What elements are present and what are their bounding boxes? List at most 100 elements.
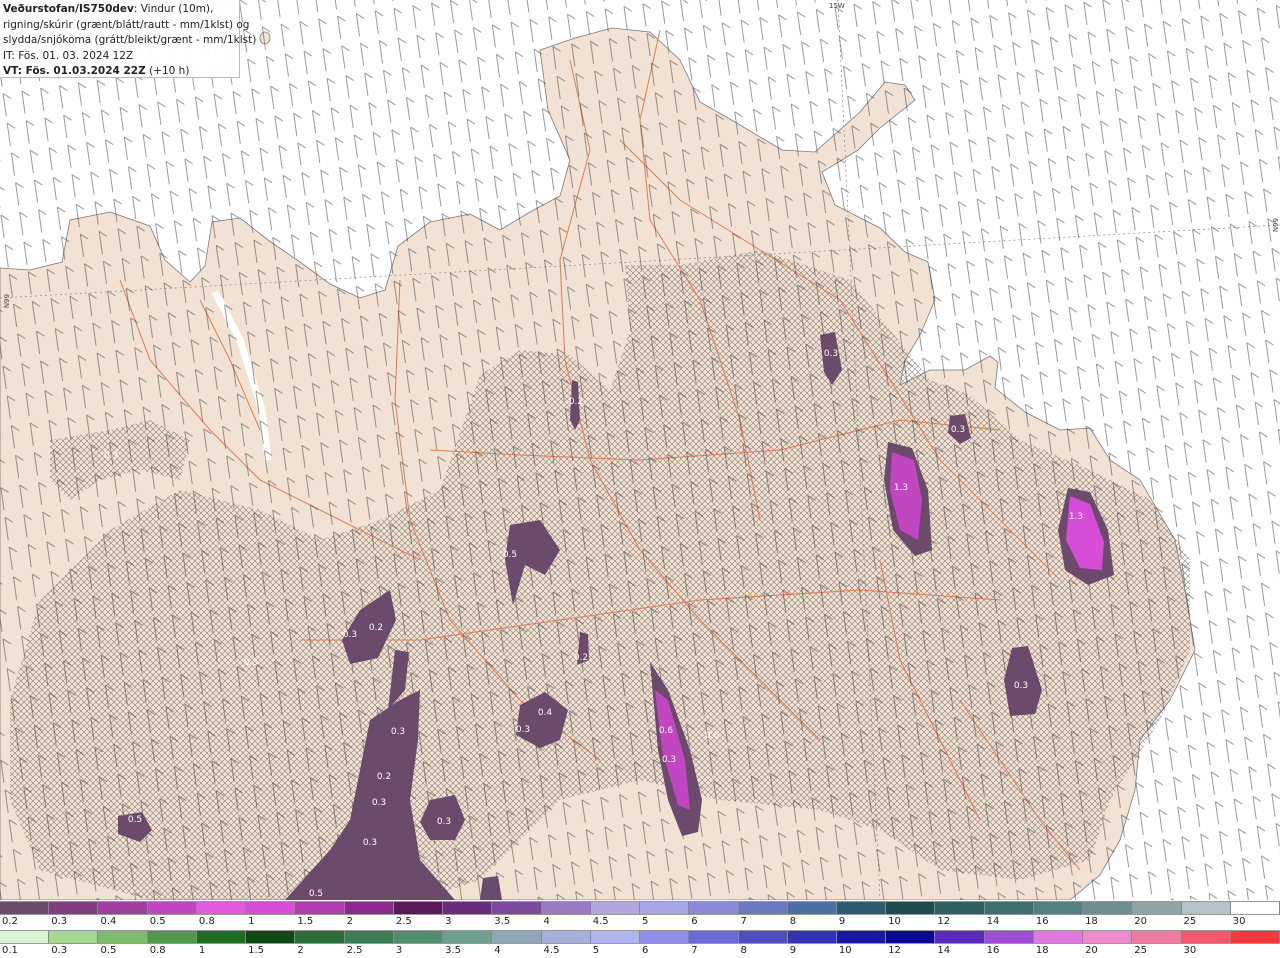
legend-swatch (98, 902, 148, 914)
map-value: 0.2 (569, 397, 583, 407)
legend-label: 10 (838, 945, 852, 956)
legend-label: 7 (740, 916, 747, 927)
legend-label: 25 (1183, 916, 1197, 927)
forecast-offset: (+10 h) (145, 65, 190, 77)
legend-label: 25 (1134, 945, 1148, 956)
legend-label: 3 (395, 945, 403, 956)
legend-swatch (98, 931, 148, 943)
legend-label: 0.8 (149, 945, 166, 956)
legend-label: 12 (937, 916, 951, 927)
weather-map[interactable]: 0.3 0.2 0.3 1.3 0.3 1.3 0.5 0.2 0.3 0.2 … (0, 0, 1280, 900)
map-value: 1.3 (1069, 512, 1083, 522)
legend-swatch (935, 931, 985, 943)
legend-swatch (1181, 902, 1231, 914)
legend-label: 14 (986, 916, 1000, 927)
map-value: 0.5 (309, 889, 323, 899)
legend-swatch (49, 902, 99, 914)
legend-swatch (443, 902, 493, 914)
legend-swatch (1230, 931, 1280, 943)
legend-label: 3.5 (445, 945, 461, 956)
title-line-2: rigning/skúrir (grænt/blátt/rautt - mm/1… (3, 18, 250, 31)
legend-swatch (196, 902, 247, 914)
wind-barbs (0, 0, 1280, 900)
legend-label: 4 (543, 916, 550, 927)
legend-swatch (1033, 931, 1084, 943)
map-value: 0.2 (574, 653, 588, 663)
map-value: 0.3 (363, 838, 377, 848)
legend-swatch (344, 902, 394, 914)
legend-swatch (787, 931, 837, 943)
legend-swatch (295, 931, 345, 943)
legend-label: 16 (986, 945, 1000, 956)
legend-swatch (541, 902, 591, 914)
legend-swatch (541, 931, 591, 943)
valid-time: VT: Fös. 01.03.2024 22Z (3, 65, 146, 77)
legend-swatch (886, 931, 936, 943)
map-value: 0.6 (659, 726, 674, 736)
legend-swatch (1033, 902, 1084, 914)
legend-swatch (1083, 931, 1133, 943)
legend-swatch (1181, 931, 1231, 943)
legend-swatch (590, 902, 641, 914)
map-value: 0.5 (503, 550, 517, 560)
legend-label: 18 (1035, 945, 1049, 956)
legend-label: 0.2 (2, 916, 18, 927)
legend-swatch (984, 931, 1034, 943)
legend-swatch (640, 931, 690, 943)
legend-label: 4.5 (543, 945, 560, 956)
legend-label: 14 (937, 945, 951, 956)
snow-legend: 0.2 0.3 0.4 0.5 0.8 1 1.5 2 2.5 3 3.5 4 4.5 5 6 7 8 9 10 12… (0, 901, 1280, 929)
legend-label: 5 (642, 916, 649, 927)
legend-swatch (984, 902, 1034, 914)
map-value: 0.3 (516, 725, 530, 735)
legend-swatch (738, 902, 788, 914)
map-value: 0.2 (369, 623, 383, 633)
legend-label: 3 (445, 916, 452, 927)
map-value: 1.3 (894, 483, 908, 493)
initial-time: IT: Fös. 01. 03. 2024 12Z (3, 49, 134, 62)
legend-label: 2.5 (395, 916, 412, 927)
graticule-label-left: 66N (2, 294, 10, 309)
legend-label: 0.3 (51, 945, 68, 956)
legend-label: 10 (888, 916, 901, 927)
graticule-label-top: 15W (829, 2, 845, 10)
legend-label: 4 (494, 945, 501, 956)
legend-label: 18 (1085, 916, 1098, 927)
legend-swatch (246, 902, 296, 914)
map-value: 0.3 (104, 451, 118, 461)
legend-swatch (836, 902, 887, 914)
legend-swatch (295, 902, 345, 914)
legend-label: 1 (248, 916, 255, 927)
legend-label: 2.5 (346, 945, 363, 956)
legend-swatch (0, 931, 50, 943)
legend-swatch (393, 931, 444, 943)
map-value: 0.3 (391, 727, 405, 737)
legend-label: 6 (642, 945, 649, 956)
legend-swatch (935, 902, 985, 914)
map-value: 0.3 (1014, 681, 1028, 691)
map-value: 0.5 (128, 815, 142, 825)
rain-legend: 0.1 0.3 0.5 0.8 1 1.5 2 2.5 3 3.5 4 4.5 5 6 7 8 9 10 12 14 1… (0, 930, 1280, 958)
rain-color-bar (0, 930, 1280, 944)
legend-swatch (393, 902, 444, 914)
legend-swatch (147, 931, 197, 943)
legend-label: 2 (346, 916, 353, 927)
legend-swatch (886, 902, 936, 914)
legend-label: 5 (592, 945, 600, 956)
legend-label: 8 (789, 916, 797, 927)
legend-label: 3.5 (494, 916, 511, 927)
legend-label: 1 (198, 945, 206, 956)
legend-label: 20 (1085, 945, 1098, 956)
legend-label: 0.1 (2, 945, 18, 956)
legend-label: 30 (1232, 916, 1246, 927)
legend-swatch (836, 931, 887, 943)
legend-swatch (344, 931, 394, 943)
legend-swatch (492, 902, 542, 914)
snow-legend-labels: 0.2 0.3 0.4 0.5 0.8 1 1.5 2 2.5 3 3.5 4 4.5 5 6 7 8 9 10 12… (0, 915, 1280, 929)
legend-swatch (1132, 902, 1182, 914)
legend-label: 30 (1183, 945, 1197, 956)
legend-swatch (1083, 902, 1133, 914)
legend-label: 4.5 (592, 916, 609, 927)
legend-swatch (492, 931, 542, 943)
legend-swatch (689, 931, 739, 943)
